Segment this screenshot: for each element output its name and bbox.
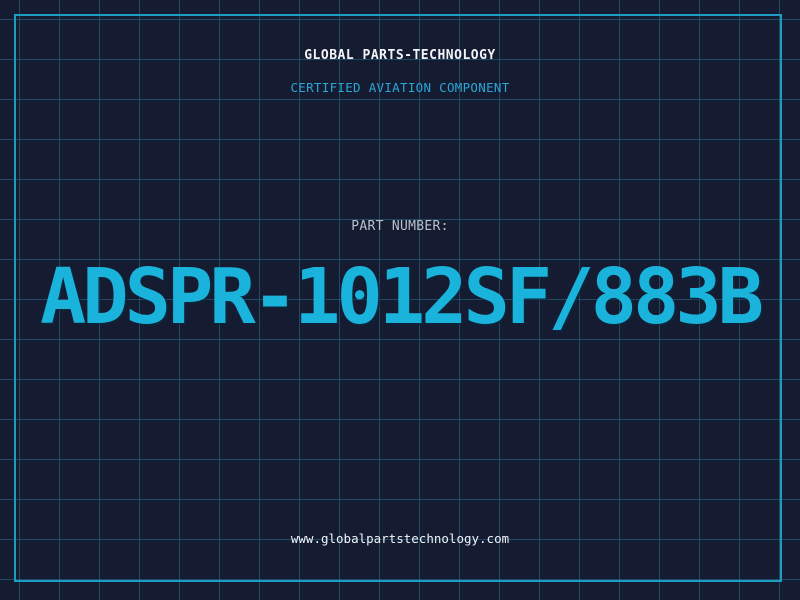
part-number-value: ADSPR-1012SF/883B <box>39 253 764 342</box>
part-card: GLOBAL PARTS-TECHNOLOGY CERTIFIED AVIATI… <box>0 0 800 600</box>
website-link[interactable]: www.globalpartstechnology.com <box>0 531 800 546</box>
part-number-label: PART NUMBER: <box>351 219 449 234</box>
brand-name: GLOBAL PARTS-TECHNOLOGY <box>304 48 496 63</box>
certification-subtitle: CERTIFIED AVIATION COMPONENT <box>290 80 510 95</box>
